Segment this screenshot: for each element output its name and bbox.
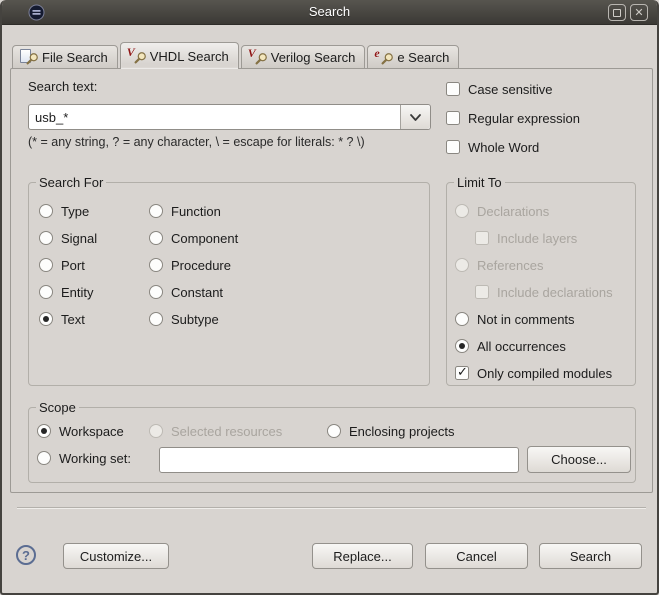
window-title: Search (308, 4, 351, 19)
checkbox-option[interactable]: Case sensitive (446, 80, 580, 98)
scope-row-1: Workspace Selected resources Enclosing p… (37, 422, 455, 440)
radio-option[interactable]: Text (39, 310, 97, 328)
search-text-combo (28, 104, 431, 130)
close-icon: ✕ (634, 7, 644, 19)
radio-icon (149, 258, 163, 272)
group-title: Search For (36, 175, 107, 190)
radio-icon (327, 424, 341, 438)
workspace-radio[interactable]: Workspace (37, 422, 149, 440)
help-button[interactable]: ? (16, 545, 36, 565)
replace-button[interactable]: Replace... (312, 543, 413, 569)
checkbox-icon (446, 111, 460, 125)
radio-icon (37, 451, 51, 465)
chevron-down-icon (410, 113, 421, 121)
radio-icon (455, 258, 469, 272)
radio-icon (39, 258, 53, 272)
limit-to-option[interactable]: Only compiled modules (455, 364, 613, 382)
radio-icon (149, 231, 163, 245)
selected-resources-radio[interactable]: Selected resources (149, 422, 327, 440)
radio-icon (149, 204, 163, 218)
limit-to-option[interactable]: Include layers (475, 229, 613, 247)
working-set-input[interactable] (159, 447, 519, 473)
radio-icon (39, 231, 53, 245)
radio-icon (455, 312, 469, 326)
tab[interactable]: V VHDL Search (119, 42, 239, 69)
limit-to-list: Declarations Include layers References I… (455, 202, 613, 391)
scope-group: Scope Workspace Selected resources Enclo… (28, 400, 636, 483)
radio-option[interactable]: Procedure (149, 256, 238, 274)
enclosing-projects-radio[interactable]: Enclosing projects (327, 422, 455, 440)
radio-option[interactable]: Entity (39, 283, 97, 301)
search-text-label: Search text: (28, 79, 98, 94)
search-for-col2: Function Component Procedure Constant Su… (149, 202, 238, 337)
group-title: Scope (36, 400, 79, 415)
radio-icon (39, 285, 53, 299)
cancel-button[interactable]: Cancel (425, 543, 528, 569)
tab-search-icon: e (374, 46, 394, 65)
radio-icon (37, 424, 51, 438)
footer-divider (17, 507, 646, 508)
search-text-input[interactable] (29, 105, 400, 129)
customize-button[interactable]: Customize... (63, 543, 169, 569)
radio-icon (149, 312, 163, 326)
choose-button[interactable]: Choose... (527, 446, 631, 473)
search-options: Case sensitive Regular expression Whole … (446, 80, 580, 167)
maximize-icon (613, 8, 621, 17)
close-button[interactable]: ✕ (630, 4, 648, 21)
combo-dropdown-button[interactable] (400, 105, 430, 129)
scope-row-2: Working set: (37, 449, 131, 467)
search-for-group: Search For Type Signal Port Entity Text … (28, 175, 430, 386)
radio-icon (455, 339, 469, 353)
radio-icon (455, 204, 469, 218)
tab-search-icon: V (127, 45, 146, 64)
tab[interactable]: e e Search (367, 45, 460, 69)
limit-to-option[interactable]: All occurrences (455, 337, 613, 355)
radio-option[interactable]: Subtype (149, 310, 238, 328)
tab[interactable]: V Verilog Search (240, 45, 366, 69)
radio-icon (39, 204, 53, 218)
radio-option[interactable]: Type (39, 202, 97, 220)
working-set-radio[interactable]: Working set: (37, 449, 131, 467)
radio-option[interactable]: Signal (39, 229, 97, 247)
radio-option[interactable]: Constant (149, 283, 238, 301)
tab-label: Verilog Search (270, 49, 356, 65)
checkbox-icon (446, 82, 460, 96)
checkbox-icon (455, 364, 469, 380)
limit-to-option[interactable]: Not in comments (455, 310, 613, 328)
tab-content: Search text: (* = any string, ? = any ch… (10, 68, 653, 493)
radio-option[interactable]: Function (149, 202, 238, 220)
checkbox-icon (446, 140, 460, 154)
limit-to-option[interactable]: Include declarations (475, 283, 613, 301)
group-title: Limit To (454, 175, 505, 190)
titlebar[interactable]: Search ✕ (2, 0, 657, 25)
radio-option[interactable]: Port (39, 256, 97, 274)
help-icon: ? (22, 547, 30, 563)
checkbox-icon (475, 285, 489, 299)
checkbox-option[interactable]: Regular expression (446, 109, 580, 127)
search-dialog: Search ✕ File Search V VHDL Search V Ver… (0, 0, 659, 595)
radio-icon (149, 424, 163, 438)
wildcard-hint: (* = any string, ? = any character, \ = … (28, 135, 365, 149)
tab-search-icon: V (248, 46, 267, 65)
limit-to-group: Limit To Declarations Include layers Ref… (446, 175, 636, 386)
tab-search-icon (19, 49, 38, 65)
tab-label: File Search (42, 49, 108, 65)
tab-label: e Search (397, 49, 450, 65)
checkbox-option[interactable]: Whole Word (446, 138, 580, 156)
limit-to-option[interactable]: References (455, 256, 613, 274)
maximize-button[interactable] (608, 4, 626, 21)
tab-label: VHDL Search (149, 48, 229, 64)
search-for-col1: Type Signal Port Entity Text (39, 202, 97, 337)
radio-icon (39, 312, 53, 326)
radio-icon (149, 285, 163, 299)
limit-to-option[interactable]: Declarations (455, 202, 613, 220)
tab-bar: File Search V VHDL Search V Verilog Sear… (12, 42, 461, 69)
search-button[interactable]: Search (539, 543, 642, 569)
tab[interactable]: File Search (12, 45, 118, 69)
radio-option[interactable]: Component (149, 229, 238, 247)
checkbox-icon (475, 231, 489, 245)
